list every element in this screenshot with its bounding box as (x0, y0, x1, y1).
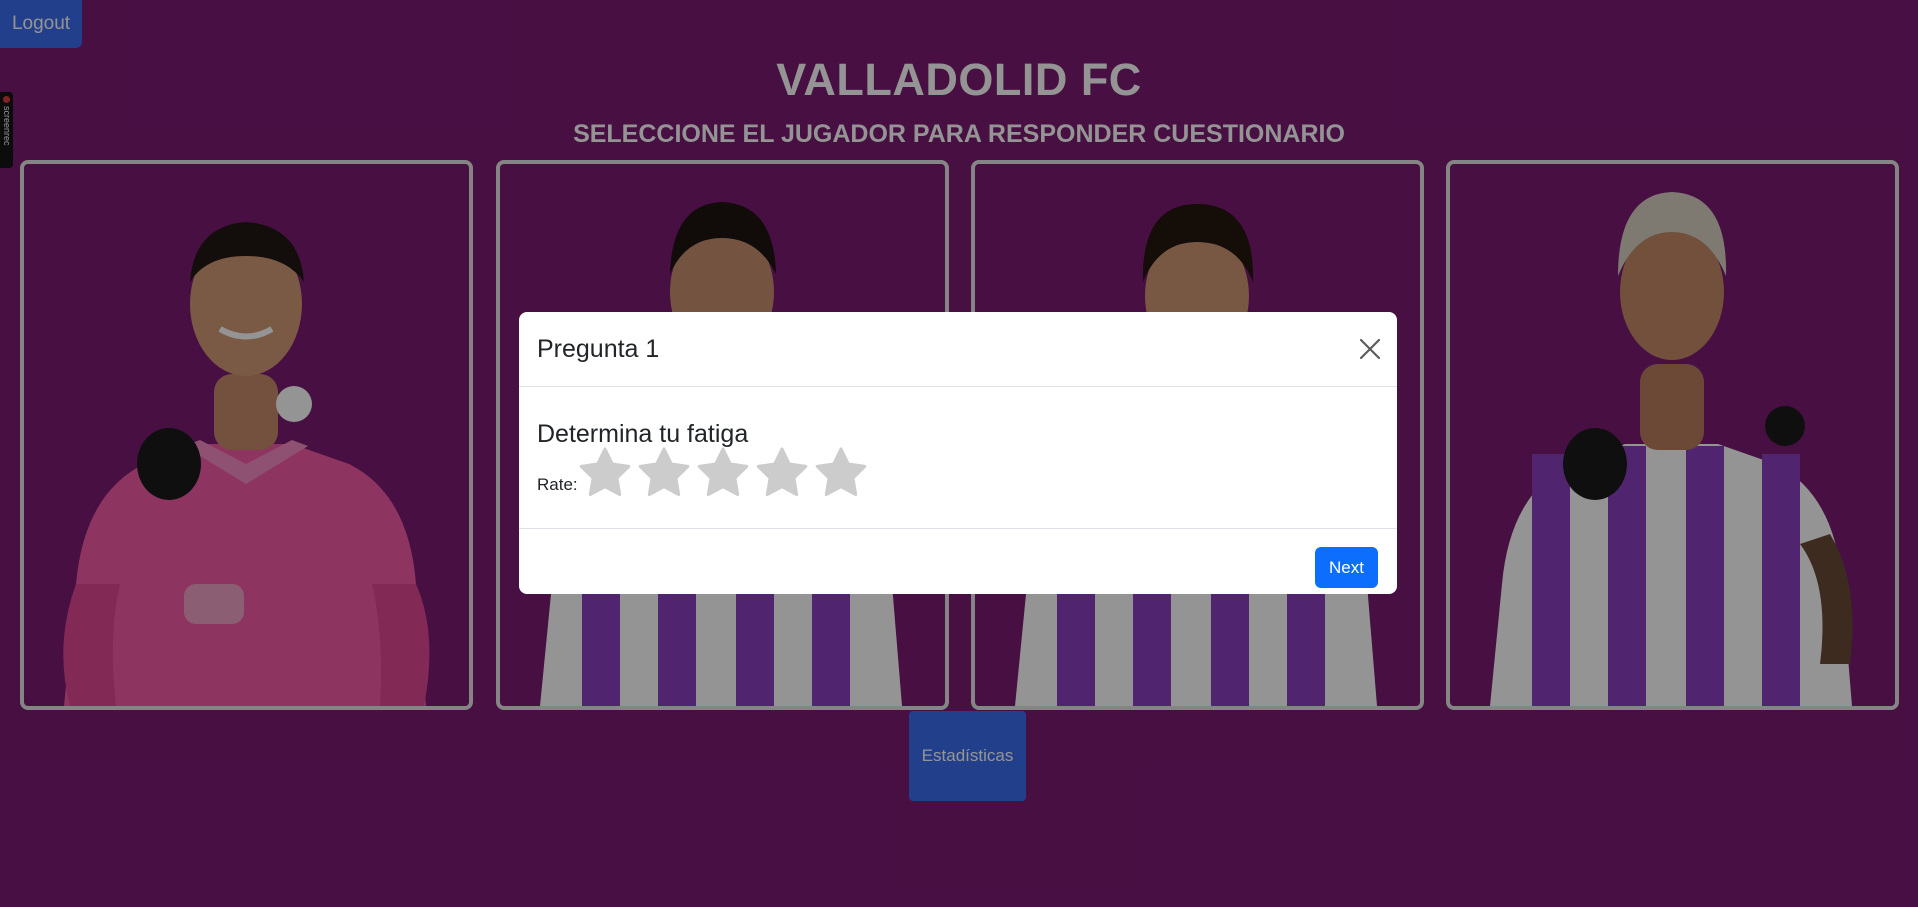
next-button[interactable]: Next (1315, 547, 1378, 588)
star-4-icon[interactable] (754, 446, 810, 502)
modal-footer: Next (519, 529, 1397, 594)
modal-body: Determina tu fatiga Rate: (519, 387, 1397, 529)
modal-title: Pregunta 1 (537, 335, 660, 363)
close-button[interactable] (1357, 336, 1383, 362)
star-3-icon[interactable] (695, 446, 751, 502)
star-2-icon[interactable] (636, 446, 692, 502)
close-icon (1359, 338, 1381, 360)
star-5-icon[interactable] (813, 446, 869, 502)
question-modal: Pregunta 1 Determina tu fatiga Rate: Nex… (519, 312, 1397, 594)
modal-header: Pregunta 1 (519, 312, 1397, 387)
rate-label: Rate: (537, 475, 578, 494)
star-1-icon[interactable] (577, 446, 633, 502)
question-text: Determina tu fatiga (537, 420, 749, 448)
